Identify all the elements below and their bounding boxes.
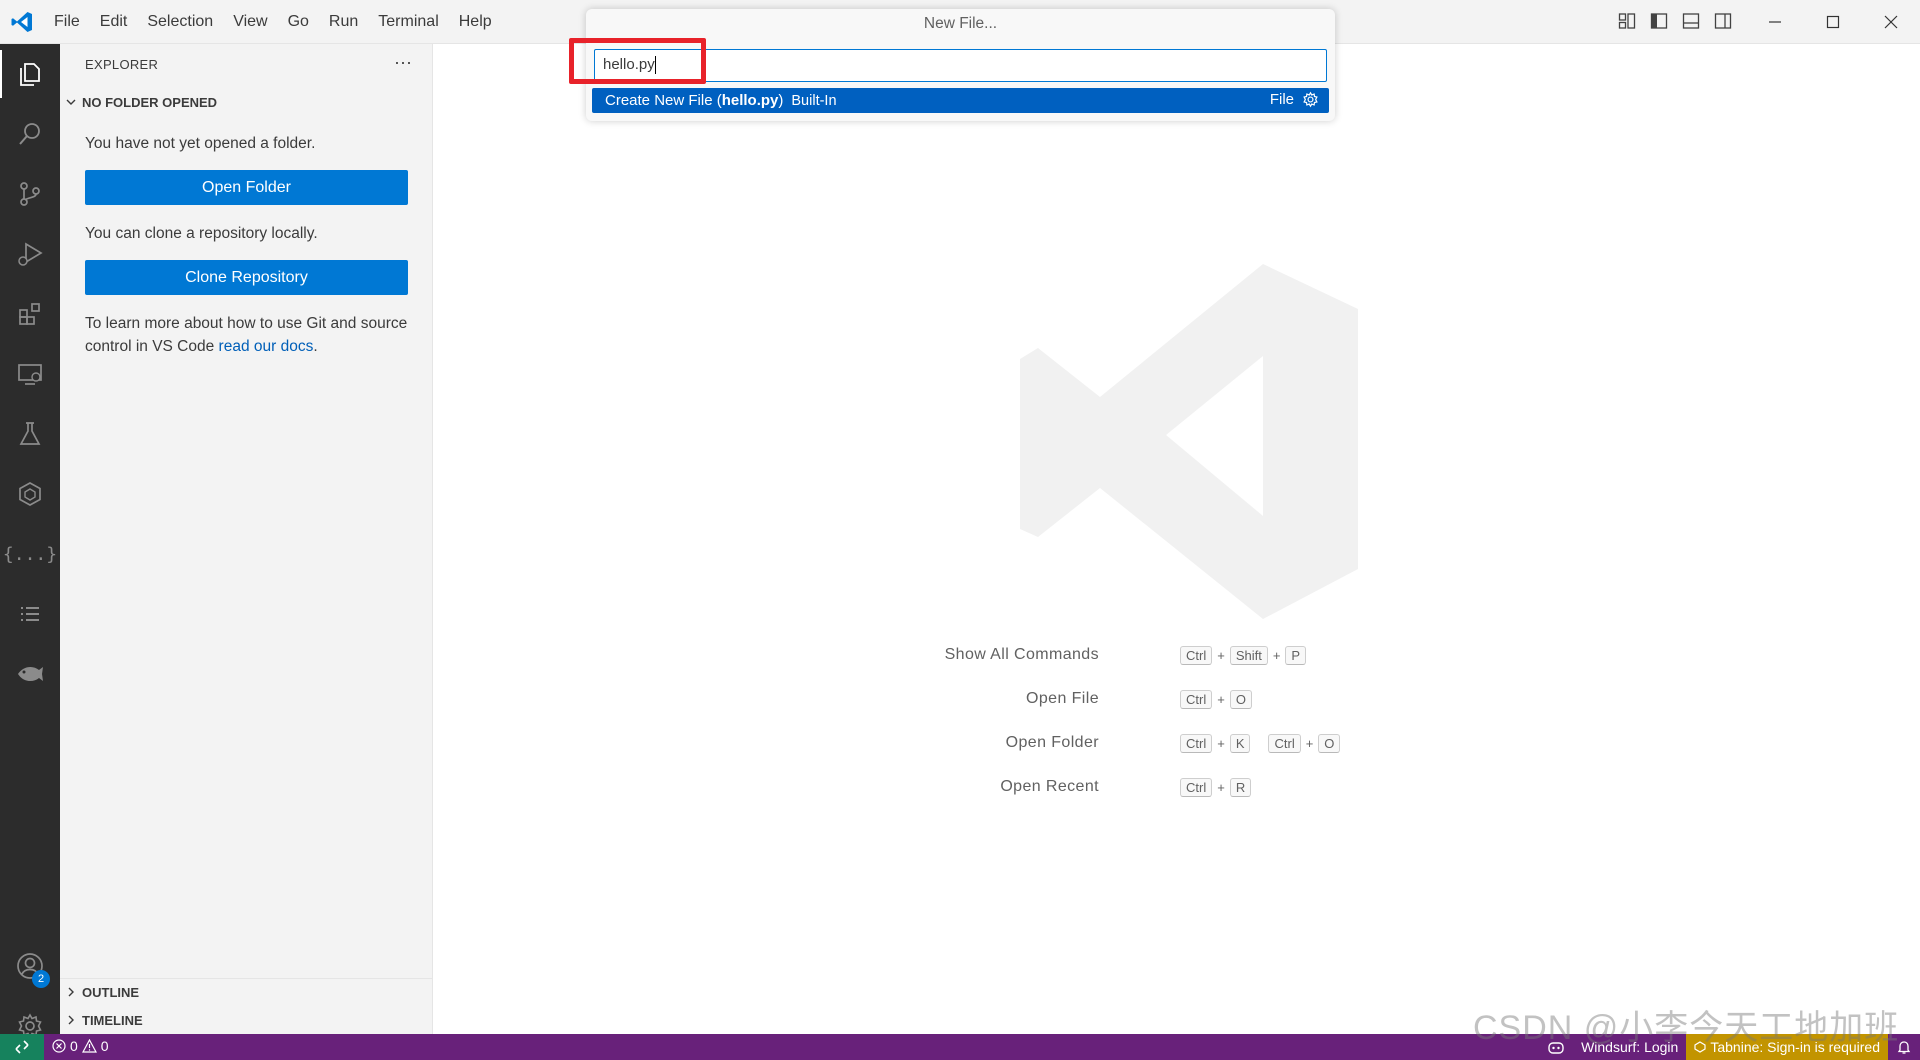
divider xyxy=(60,978,432,979)
item-description: Built-In xyxy=(791,92,837,109)
configure-gear-icon[interactable] xyxy=(1302,91,1319,108)
toggle-panel-icon[interactable] xyxy=(1679,9,1703,33)
shortcut-keys: Ctrl + O xyxy=(1180,689,1252,709)
testing-icon[interactable] xyxy=(0,410,60,458)
shortcut-label: Open File xyxy=(1026,690,1099,707)
chevron-right-icon xyxy=(60,986,82,998)
activity-bar: {...} 2 xyxy=(0,44,60,1039)
key: O xyxy=(1318,733,1341,753)
accounts-icon[interactable]: 2 xyxy=(0,942,60,990)
menu-file[interactable]: File xyxy=(44,9,90,35)
timeline-title: TIMELINE xyxy=(82,1012,143,1028)
create-file-label: Create New File (hello.py) xyxy=(605,92,784,109)
explorer-icon[interactable] xyxy=(0,50,60,98)
shortcut-show-all-commands: Show All Commands Ctrl + Shift + P xyxy=(433,644,1920,666)
search-icon[interactable] xyxy=(0,110,60,158)
chevron-down-icon xyxy=(60,96,82,108)
json-icon[interactable]: {...} xyxy=(0,530,60,578)
remote-explorer-icon[interactable] xyxy=(0,350,60,398)
docs-paragraph: To learn more about how to use Git and s… xyxy=(85,312,415,358)
list-icon[interactable] xyxy=(0,590,60,638)
key: Ctrl xyxy=(1268,733,1301,753)
open-folder-button[interactable]: Open Folder xyxy=(85,170,408,205)
vscode-logo-icon xyxy=(11,12,32,32)
maximize-icon[interactable] xyxy=(1804,0,1862,43)
key: Ctrl xyxy=(1180,689,1213,709)
toggle-secondary-sidebar-icon[interactable] xyxy=(1711,9,1735,33)
key: O xyxy=(1229,689,1252,709)
key: P xyxy=(1285,645,1307,665)
minimize-icon[interactable] xyxy=(1746,0,1804,43)
shortcut-label: Open Folder xyxy=(1005,734,1099,751)
menu-go[interactable]: Go xyxy=(278,9,319,35)
warning-count: 0 xyxy=(100,1038,109,1054)
close-icon[interactable] xyxy=(1862,0,1920,43)
shortcut-open-file: Open File Ctrl + O xyxy=(433,688,1920,710)
menu-terminal[interactable]: Terminal xyxy=(368,9,448,35)
docker-icon[interactable] xyxy=(0,470,60,518)
layout-controls xyxy=(1615,9,1735,33)
docs-suffix: . xyxy=(313,338,318,355)
key: R xyxy=(1229,777,1252,797)
shortcut-keys: Ctrl + Shift + P xyxy=(1180,645,1307,665)
active-indicator xyxy=(0,50,2,98)
read-docs-link[interactable]: read our docs xyxy=(219,338,314,355)
key: Shift xyxy=(1229,645,1268,665)
run-debug-icon[interactable] xyxy=(0,230,60,278)
menu-view[interactable]: View xyxy=(223,9,277,35)
accounts-badge: 2 xyxy=(32,970,50,988)
key: Ctrl xyxy=(1180,645,1213,665)
sidebar-title: EXPLORER xyxy=(85,57,159,72)
key: K xyxy=(1229,733,1251,753)
section-title: NO FOLDER OPENED xyxy=(82,94,218,110)
outline-section-header[interactable]: OUTLINE xyxy=(60,980,432,1004)
clone-repository-button[interactable]: Clone Repository xyxy=(85,260,408,295)
explorer-sidebar: EXPLORER ··· NO FOLDER OPENED You have n… xyxy=(60,44,433,1034)
menu-edit[interactable]: Edit xyxy=(90,9,138,35)
more-actions-icon[interactable]: ··· xyxy=(394,52,412,73)
toggle-primary-sidebar-icon[interactable] xyxy=(1647,9,1671,33)
key: Ctrl xyxy=(1180,777,1213,797)
chevron-right-icon xyxy=(60,1014,82,1026)
shortcut-open-recent: Open Recent Ctrl + R xyxy=(433,776,1920,798)
highlight-annotation-box xyxy=(569,38,706,84)
problems-indicator[interactable]: 0 0 xyxy=(52,1038,109,1054)
no-folder-section-header[interactable]: NO FOLDER OPENED xyxy=(60,90,432,114)
menu-help[interactable]: Help xyxy=(449,9,502,35)
no-folder-text: You have not yet opened a folder. xyxy=(85,135,316,152)
shortcut-keys: Ctrl + R xyxy=(1180,777,1252,797)
item-kind-label: File xyxy=(1269,91,1294,108)
source-control-icon[interactable] xyxy=(0,170,60,218)
menu-selection[interactable]: Selection xyxy=(137,9,223,35)
key: Ctrl xyxy=(1180,733,1213,753)
create-new-file-item[interactable]: Create New File (hello.py) Built-In File xyxy=(592,88,1329,113)
timeline-section-header[interactable]: TIMELINE xyxy=(60,1008,432,1032)
shortcut-open-folder: Open Folder Ctrl + K Ctrl + O xyxy=(433,732,1920,754)
clone-text: You can clone a repository locally. xyxy=(85,225,318,242)
warning-icon xyxy=(81,1039,97,1053)
shortcut-label: Show All Commands xyxy=(944,646,1099,663)
shortcut-keys: Ctrl + K Ctrl + O xyxy=(1180,733,1341,753)
menu-run[interactable]: Run xyxy=(319,9,368,35)
window-controls xyxy=(1746,0,1920,43)
extensions-icon[interactable] xyxy=(0,290,60,338)
error-icon xyxy=(52,1039,66,1053)
shortcut-label: Open Recent xyxy=(1000,778,1099,795)
remote-indicator-icon[interactable] xyxy=(0,1034,44,1060)
watermark-text: CSDN @小李今天工地加班 xyxy=(1473,1009,1900,1047)
item-right: File xyxy=(1270,91,1319,108)
fish-icon[interactable] xyxy=(0,650,60,698)
error-count: 0 xyxy=(70,1038,78,1054)
vscode-watermark-icon xyxy=(1020,264,1358,619)
menu-bar: File Edit Selection View Go Run Terminal… xyxy=(44,0,502,43)
customize-layout-icon[interactable] xyxy=(1615,9,1639,33)
editor-area: Show All Commands Ctrl + Shift + P Open Fi… xyxy=(433,44,1920,1034)
outline-title: OUTLINE xyxy=(82,984,140,1000)
quick-input-title: New File... xyxy=(923,15,998,32)
